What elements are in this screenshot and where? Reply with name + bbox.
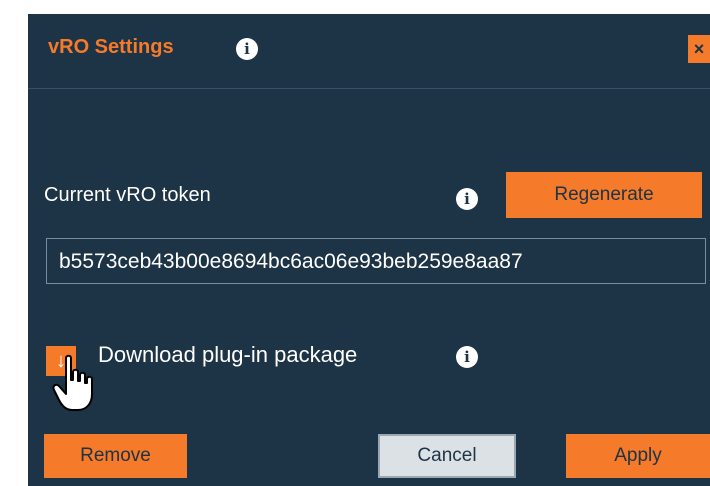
token-info-icon[interactable]: i	[456, 188, 478, 210]
token-field[interactable]: b5573ceb43b00e8694bc6ac06e93beb259e8aa87	[46, 238, 706, 284]
hand-cursor-icon	[52, 354, 93, 411]
dialog-header: vRO Settings i ×	[28, 14, 710, 89]
title-info-icon[interactable]: i	[236, 38, 258, 60]
cancel-button[interactable]: Cancel	[378, 434, 516, 478]
remove-button[interactable]: Remove	[44, 434, 187, 478]
close-button[interactable]: ×	[688, 35, 710, 63]
token-label: Current vRO token	[44, 184, 211, 206]
dialog-title: vRO Settings	[48, 36, 174, 58]
download-info-icon[interactable]: i	[456, 346, 478, 368]
download-plugin-link[interactable]: Download plug-in package	[98, 342, 357, 368]
vro-settings-dialog: vRO Settings i × Current vRO token i Reg…	[28, 14, 710, 486]
regenerate-button[interactable]: Regenerate	[506, 172, 702, 218]
apply-button[interactable]: Apply	[566, 434, 710, 478]
